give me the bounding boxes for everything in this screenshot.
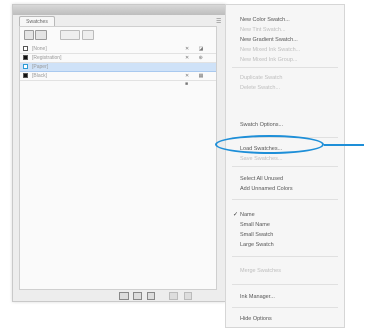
panel-flyout-menu: New Color Swatch... New Tint Swatch... N… <box>225 4 345 328</box>
menu-item-new-mixed-ink-group[interactable]: New Mixed Ink Group... <box>240 56 340 64</box>
menu-separator <box>232 67 338 68</box>
list-item[interactable]: [None] ✕ ◪ <box>20 45 216 54</box>
menu-item-swatch-options[interactable]: Swatch Options... <box>240 121 340 129</box>
menu-item-ink-manager[interactable]: Ink Manager... <box>240 293 340 301</box>
menu-item-hide-options[interactable]: Hide Options <box>240 315 340 323</box>
swatch-chip <box>23 46 28 51</box>
tint-field[interactable] <box>60 30 80 40</box>
menu-item-label: Name <box>240 212 255 218</box>
list-item[interactable]: [Paper] <box>20 63 216 72</box>
swatch-chip <box>23 55 28 60</box>
text-format-icon[interactable] <box>35 30 47 40</box>
highlight-ellipse <box>215 135 324 154</box>
list-item[interactable]: [Black] ✕ ▦ ■ <box>20 72 216 87</box>
menu-item-select-all-unused[interactable]: Select All Unused <box>240 175 340 183</box>
swatch-name: [None] <box>32 46 47 52</box>
callout-line <box>324 144 364 146</box>
swatch-chip <box>23 64 28 69</box>
menu-item-add-unnamed-colors[interactable]: Add Unnamed Colors <box>240 185 340 193</box>
swatch-name: [Paper] <box>32 64 49 70</box>
menu-separator <box>232 256 338 257</box>
menu-item-duplicate-swatch[interactable]: Duplicate Swatch <box>240 74 340 82</box>
menu-item-merge-swatches[interactable]: Merge Swatches <box>240 267 340 275</box>
panel-title-bar[interactable] <box>13 5 225 15</box>
checkmark-icon: ✓ <box>233 212 239 218</box>
swatch-status-icons: ✕ ◪ <box>185 46 208 52</box>
swatch-name: [Registration] <box>32 55 62 61</box>
show-gradient-swatches-icon[interactable] <box>147 292 155 300</box>
menu-item-new-color-swatch[interactable]: New Color Swatch... <box>240 16 340 24</box>
show-color-swatches-icon[interactable] <box>133 292 142 300</box>
menu-item-delete-swatch[interactable]: Delete Swatch... <box>240 84 340 92</box>
menu-separator <box>232 166 338 167</box>
menu-separator <box>232 307 338 308</box>
panel-menu-icon[interactable]: ☰ <box>216 19 224 25</box>
swatch-list: [None] ✕ ◪ [Registration] ✕ ⊕ [Paper] [B… <box>20 45 216 87</box>
swatch-name: [Black] <box>32 73 48 79</box>
fill-stroke-icon[interactable] <box>24 30 34 40</box>
swatch-status-icons: ✕ ⊕ <box>185 55 207 61</box>
swatch-status-icons: ✕ ▦ ■ <box>185 73 208 87</box>
menu-item-save-swatches[interactable]: Save Swatches... <box>240 155 340 163</box>
swatches-panel: Swatches ☰ [None] ✕ ◪ [Registration] ✕ ⊕… <box>12 4 226 302</box>
menu-separator <box>232 284 338 285</box>
menu-item-small-name-view[interactable]: Small Name <box>240 221 340 229</box>
show-all-swatches-icon[interactable] <box>119 292 129 300</box>
swatches-toolbar <box>20 27 216 40</box>
menu-item-new-tint-swatch[interactable]: New Tint Swatch... <box>240 26 340 34</box>
new-swatch-icon[interactable] <box>169 292 178 300</box>
menu-separator <box>232 199 338 200</box>
menu-item-new-gradient-swatch[interactable]: New Gradient Swatch... <box>240 36 340 44</box>
menu-item-name-view[interactable]: ✓ Name <box>233 211 340 219</box>
delete-swatch-icon[interactable] <box>184 292 192 300</box>
menu-item-new-mixed-ink-swatch[interactable]: New Mixed Ink Swatch... <box>240 46 340 54</box>
panel-bottom-bar <box>19 290 215 300</box>
swatches-content: [None] ✕ ◪ [Registration] ✕ ⊕ [Paper] [B… <box>19 26 217 290</box>
list-item[interactable]: [Registration] ✕ ⊕ <box>20 54 216 63</box>
tint-stepper[interactable] <box>82 30 94 40</box>
menu-item-large-swatch-view[interactable]: Large Swatch <box>240 241 340 249</box>
menu-item-small-swatch-view[interactable]: Small Swatch <box>240 231 340 239</box>
swatch-chip <box>23 73 28 78</box>
